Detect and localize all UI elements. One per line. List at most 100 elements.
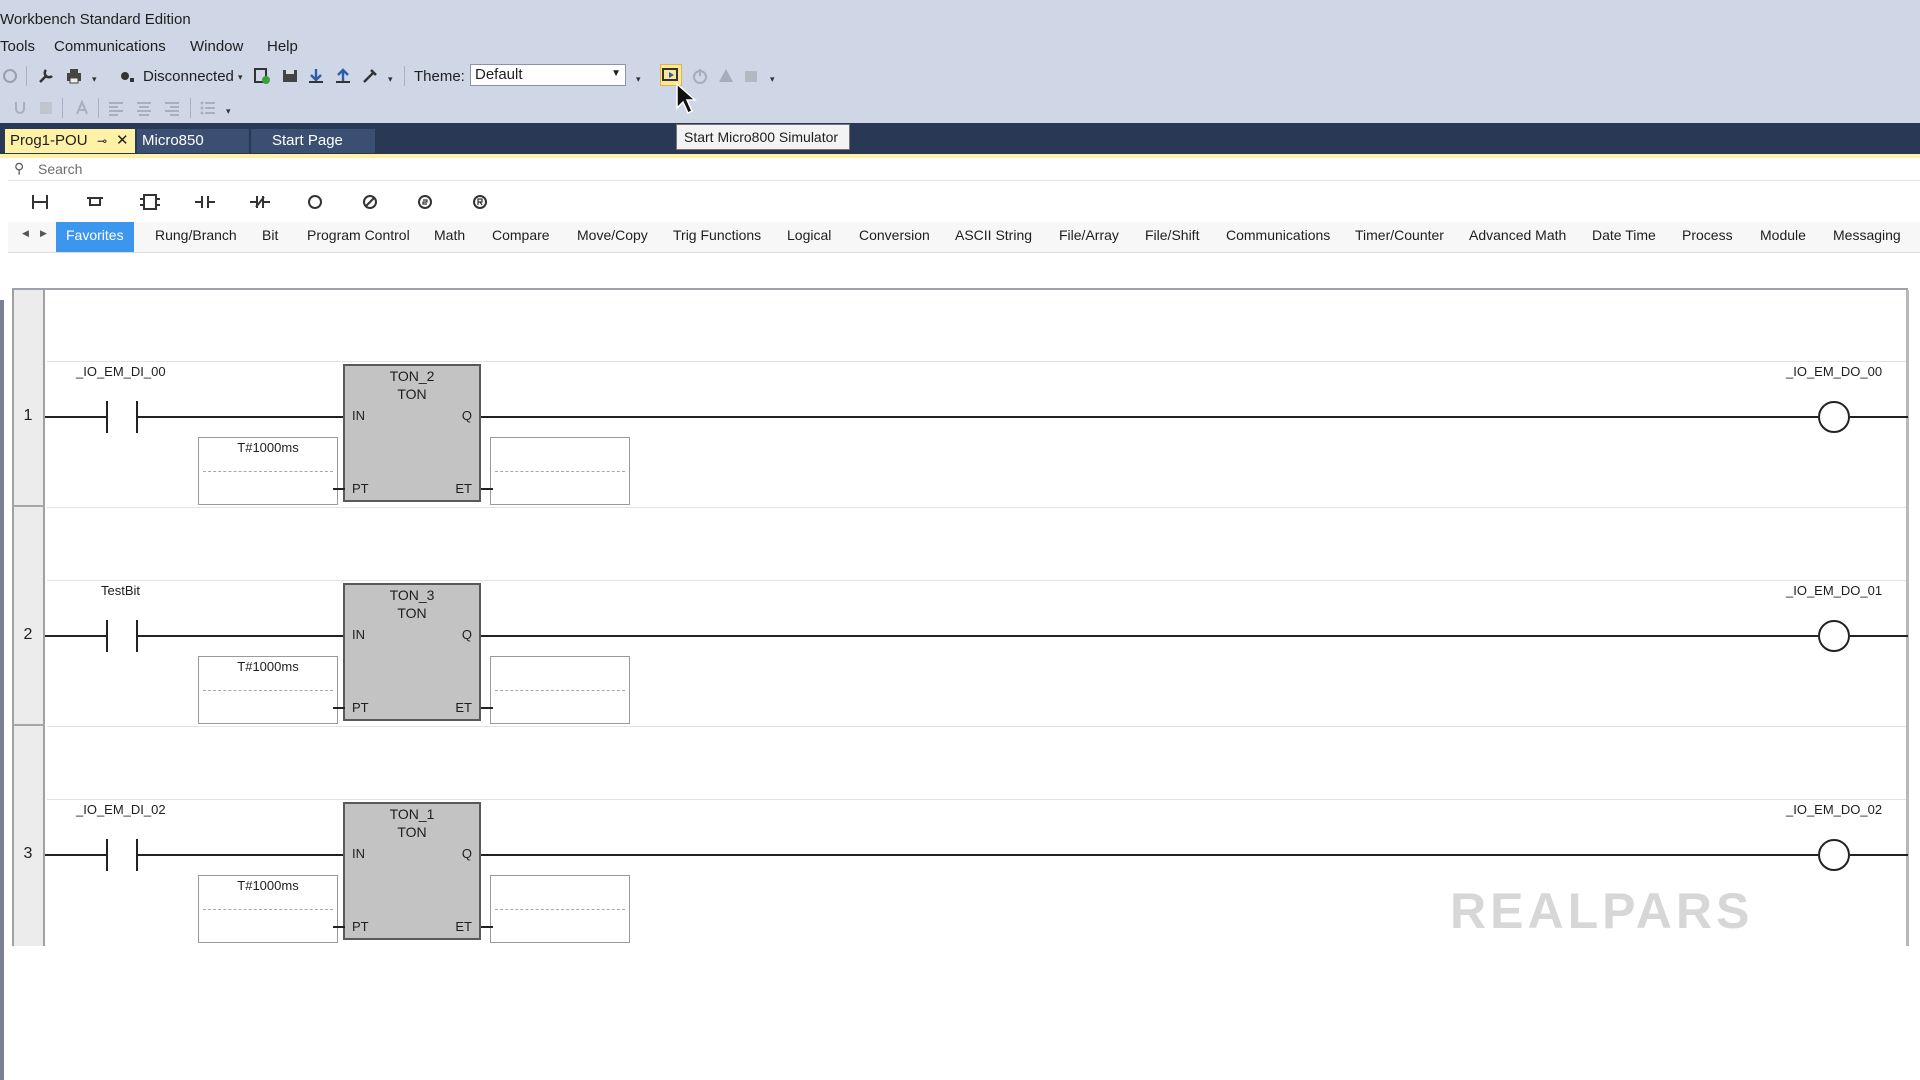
contact-variable-label[interactable]: TestBit [101, 583, 140, 598]
text-style-icon[interactable] [72, 98, 92, 118]
menu-help[interactable]: Help [267, 38, 298, 55]
toolbar-overflow-icon[interactable]: ▾ [92, 74, 97, 85]
save-icon[interactable] [280, 66, 300, 86]
wrench-icon[interactable] [36, 66, 56, 86]
category-math[interactable]: Math [434, 222, 465, 252]
toolbar-overflow-icon[interactable]: ▾ [636, 74, 641, 85]
tab-micro850[interactable]: Micro850 [137, 129, 249, 153]
block-icon[interactable] [138, 190, 162, 214]
pt-input-box[interactable]: T#1000ms [198, 656, 338, 724]
coil-variable-label[interactable]: _IO_EM_DO_00 [1786, 364, 1882, 379]
font-color-icon[interactable] [36, 98, 56, 118]
align-right-icon[interactable] [162, 98, 182, 118]
category-process[interactable]: Process [1682, 222, 1733, 252]
category-communications[interactable]: Communications [1226, 222, 1330, 252]
scroll-left-icon[interactable]: ◀ [22, 228, 29, 239]
output-coil[interactable] [1818, 401, 1850, 433]
et-output-box[interactable] [490, 656, 630, 724]
toolbar-overflow-icon[interactable]: ▾ [226, 106, 231, 117]
category-timer-counter[interactable]: Timer/Counter [1355, 222, 1444, 252]
category-program-control[interactable]: Program Control [307, 222, 410, 252]
coil-icon[interactable] [303, 190, 327, 214]
output-coil[interactable] [1818, 620, 1850, 652]
printer-icon[interactable] [64, 66, 84, 86]
contact-variable-label[interactable]: _IO_EM_DI_00 [76, 364, 166, 379]
search-input[interactable] [36, 160, 440, 178]
pin-wire [481, 488, 493, 490]
connection-status[interactable]: Disconnected [143, 68, 234, 85]
pin-wire [481, 926, 493, 928]
tab-start-page[interactable]: Start Page [251, 129, 375, 153]
chevron-down-icon[interactable]: ▾ [238, 72, 243, 83]
et-output-box[interactable] [490, 437, 630, 505]
program-icon[interactable] [742, 66, 762, 86]
contact-left-bar[interactable] [106, 839, 108, 871]
contact-left-bar[interactable] [106, 401, 108, 433]
rung-icon[interactable] [28, 190, 52, 214]
grid-line [47, 726, 1906, 727]
tooltip: Start Micro800 Simulator [676, 124, 850, 150]
contact-variable-label[interactable]: _IO_EM_DI_02 [76, 802, 166, 817]
ton-function-block[interactable]: TON_2 TON IN Q PT ET [343, 364, 481, 502]
negated-coil-icon[interactable] [358, 190, 382, 214]
category-file-shift[interactable]: File/Shift [1145, 222, 1199, 252]
set-coil-icon[interactable] [413, 190, 437, 214]
upload-icon[interactable] [333, 66, 353, 86]
et-output-box[interactable] [490, 875, 630, 943]
ton-function-block[interactable]: TON_1 TON IN Q PT ET [343, 802, 481, 940]
window-title: Workbench Standard Edition [0, 11, 191, 28]
category-move-copy[interactable]: Move/Copy [577, 222, 648, 252]
category-ascii-string[interactable]: ASCII String [955, 222, 1032, 252]
menu-tools[interactable]: Tools [0, 38, 35, 55]
category-rung-branch[interactable]: Rung/Branch [155, 222, 237, 252]
menu-window[interactable]: Window [190, 38, 243, 55]
category-module[interactable]: Module [1760, 222, 1806, 252]
tab-prog1-pou[interactable]: Prog1-POU ⊸ ✕ [5, 129, 135, 153]
block-instance-name: TON_3 [389, 587, 435, 603]
list-icon[interactable] [198, 98, 218, 118]
theme-select[interactable]: Default ▼ [470, 64, 626, 86]
back-icon[interactable] [0, 66, 20, 86]
category-bit[interactable]: Bit [262, 222, 278, 252]
category-advanced-math[interactable]: Advanced Math [1469, 222, 1566, 252]
contact-left-bar[interactable] [106, 620, 108, 652]
output-coil[interactable] [1818, 839, 1850, 871]
verify-icon[interactable] [252, 66, 272, 86]
tab-label: Start Page [272, 132, 343, 149]
toolbar-overflow-icon[interactable]: ▾ [388, 74, 393, 85]
close-icon[interactable]: ✕ [116, 129, 129, 153]
category-logical[interactable]: Logical [787, 222, 831, 252]
branch-icon[interactable] [83, 190, 107, 214]
pin-pt-label: PT [352, 700, 369, 715]
instruction-search-bar: ⚲ [8, 158, 1920, 181]
scroll-right-icon[interactable]: ▶ [40, 228, 47, 239]
coil-variable-label[interactable]: _IO_EM_DO_01 [1786, 583, 1882, 598]
separator [203, 471, 333, 472]
ladder-editor[interactable] [12, 288, 1908, 948]
reset-coil-icon[interactable] [468, 190, 492, 214]
category-trig-functions[interactable]: Trig Functions [673, 222, 761, 252]
ton-function-block[interactable]: TON_3 TON IN Q PT ET [343, 583, 481, 721]
category-file-array[interactable]: File/Array [1059, 222, 1119, 252]
pt-input-box[interactable]: T#1000ms [198, 437, 338, 505]
menu-communications[interactable]: Communications [54, 38, 166, 55]
toolbar-overflow-icon[interactable]: ▾ [770, 74, 775, 85]
align-left-icon[interactable] [106, 98, 126, 118]
connection-icon[interactable] [118, 66, 138, 86]
pin-icon[interactable]: ⊸ [97, 129, 107, 153]
tool-icon[interactable] [360, 66, 380, 86]
underline-icon[interactable] [10, 98, 30, 118]
category-messaging[interactable]: Messaging [1833, 222, 1901, 252]
pt-input-box[interactable]: T#1000ms [198, 875, 338, 943]
category-compare[interactable]: Compare [492, 222, 550, 252]
category-favorites[interactable]: Favorites [56, 222, 134, 252]
coil-variable-label[interactable]: _IO_EM_DO_02 [1786, 802, 1882, 817]
negated-contact-icon[interactable] [248, 190, 272, 214]
align-center-icon[interactable] [134, 98, 154, 118]
category-date-time[interactable]: Date Time [1592, 222, 1656, 252]
category-conversion[interactable]: Conversion [859, 222, 930, 252]
contact-icon[interactable] [193, 190, 217, 214]
rung-wire [1850, 416, 1908, 418]
warning-icon[interactable] [716, 66, 736, 86]
download-icon[interactable] [306, 66, 326, 86]
